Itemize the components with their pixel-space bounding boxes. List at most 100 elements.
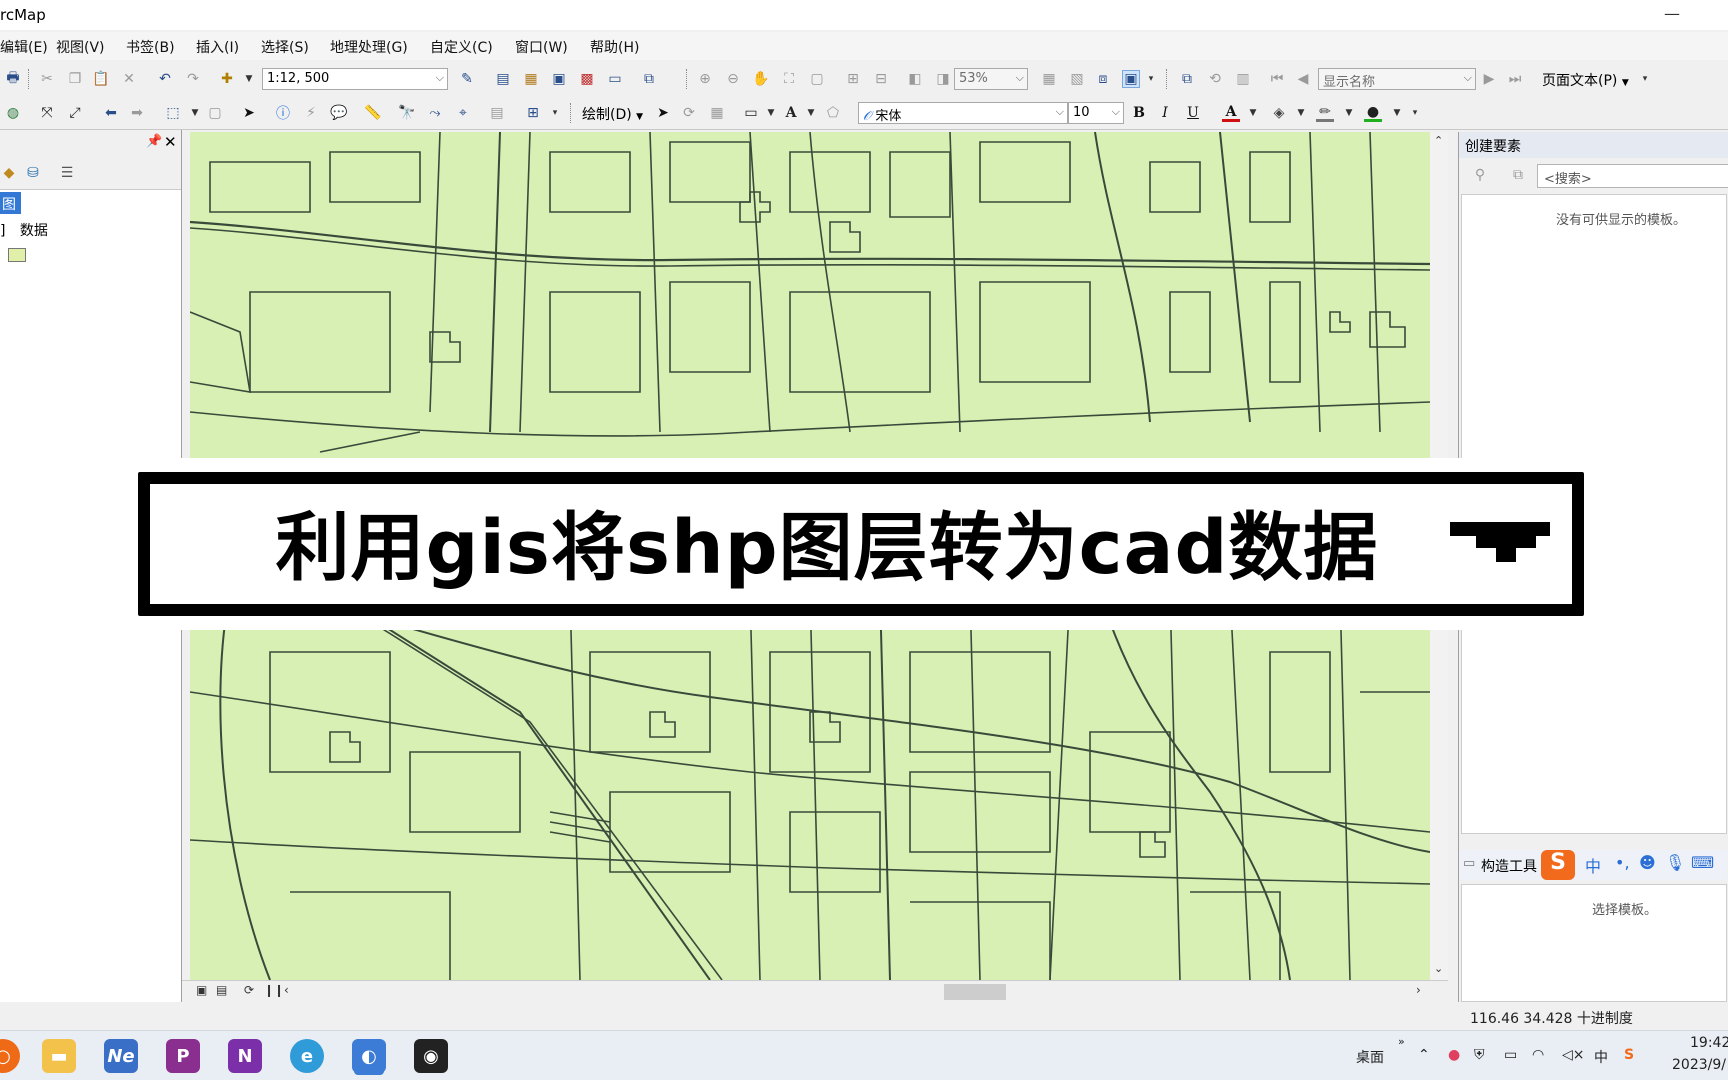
ddp-refresh-icon[interactable]: ⟲ — [1206, 70, 1224, 88]
sogou-tray-icon[interactable]: S — [1624, 1047, 1634, 1063]
data-layer-node[interactable]: ] 数据 — [0, 220, 48, 240]
clock-time[interactable]: 19:42 — [1690, 1035, 1728, 1051]
select-elements-icon[interactable]: ➤ — [240, 104, 258, 122]
pin-icon[interactable]: 📌 — [146, 134, 162, 149]
display-name-combo[interactable]: 显示名称 ⌵ — [1318, 68, 1476, 90]
menu-windows[interactable]: 窗口(W) — [515, 37, 568, 57]
menu-bookmarks[interactable]: 书签(B) — [126, 37, 175, 57]
show-hidden-icons[interactable]: ⌃ — [1418, 1047, 1430, 1063]
menu-help[interactable]: 帮助(H) — [590, 37, 639, 57]
map-scale-combo[interactable]: 1:12, 500 ⌵ — [262, 68, 448, 90]
menu-selection[interactable]: 选择(S) — [261, 37, 309, 57]
next-page-icon[interactable]: ▶ — [1480, 70, 1498, 88]
chevron-down-icon[interactable]: ▼ — [802, 104, 820, 122]
menu-edit[interactable]: 编辑(E) — [0, 37, 48, 57]
line-color-icon[interactable]: ✏ — [1316, 104, 1334, 122]
checkbox-icon[interactable]: ] — [0, 223, 5, 239]
font-size-combo[interactable]: 10 ⌵ — [1068, 102, 1124, 124]
organize-templates-icon[interactable]: ⚲ — [1471, 166, 1489, 184]
fixed-zoom-out-icon[interactable]: ⊟ — [872, 70, 890, 88]
rotate-icon[interactable]: ⟳ — [680, 104, 698, 122]
underline-button[interactable]: U — [1184, 104, 1202, 122]
scroll-down-icon[interactable]: ⌄ — [1434, 962, 1443, 975]
goto-xy-icon[interactable]: ⌖ — [454, 104, 472, 122]
pdf-app-icon[interactable]: P — [166, 1039, 200, 1073]
edge-browser-icon[interactable]: e — [290, 1039, 324, 1073]
fixed-zoom-in-icon[interactable]: ⊞ — [844, 70, 862, 88]
find-icon[interactable]: 🔭 — [398, 104, 416, 122]
select-features-icon[interactable]: ⬚ — [164, 104, 182, 122]
rectangle-icon[interactable]: ▭ — [742, 104, 760, 122]
security-shield-icon[interactable]: ⛨ — [1474, 1047, 1485, 1063]
paste-icon[interactable]: 📋 — [92, 70, 110, 88]
delete-icon[interactable]: ✕ — [120, 70, 138, 88]
fill-color-icon[interactable]: ◈ — [1270, 104, 1288, 122]
emoji-icon[interactable]: ☻ — [1639, 853, 1656, 872]
input-method-icon[interactable]: 中 — [1594, 1047, 1608, 1067]
onenote-icon[interactable]: N — [228, 1039, 262, 1073]
file-explorer-icon[interactable]: ▬ — [42, 1039, 76, 1073]
screen-recorder-icon[interactable]: ◉ — [414, 1039, 448, 1073]
menu-insert[interactable]: 插入(I) — [196, 37, 239, 57]
model-builder-icon[interactable]: ⧉ — [640, 70, 658, 88]
copy-icon[interactable]: ❐ — [66, 70, 84, 88]
arctoolbox-icon[interactable]: ▩ — [578, 70, 596, 88]
edit-vertices-icon[interactable]: ⬠ — [824, 104, 842, 122]
add-data-dropdown-icon[interactable]: ▼ — [240, 70, 258, 88]
drawing-menu[interactable]: 绘制(D) ▼ — [582, 104, 643, 124]
undo-icon[interactable]: ↶ — [156, 70, 174, 88]
print-icon[interactable]: 🖶 — [4, 70, 22, 88]
menu-customize[interactable]: 自定义(C) — [430, 37, 493, 57]
python-window-icon[interactable]: ▭ — [606, 70, 624, 88]
search-window-icon[interactable]: ▣ — [550, 70, 568, 88]
minimize-button[interactable]: — — [1664, 4, 1680, 23]
previous-extent-icon[interactable]: ◧ — [906, 70, 924, 88]
chevron-down-icon[interactable]: ▼ — [1292, 104, 1310, 122]
clear-selection-icon[interactable]: ▢ — [206, 104, 224, 122]
previous-page-icon[interactable]: ◀ — [1294, 70, 1312, 88]
catalog-icon[interactable]: ▦ — [522, 70, 540, 88]
forward-arrow-icon[interactable]: ➡ — [128, 104, 146, 122]
html-popup-icon[interactable]: 💬 — [330, 104, 348, 122]
add-data-icon[interactable]: ✚ — [218, 70, 236, 88]
scroll-right-icon[interactable]: › — [1416, 983, 1421, 997]
nemo-app-icon[interactable]: Ne — [104, 1039, 138, 1073]
toolbar-overflow-icon[interactable]: ▾ — [1406, 104, 1424, 122]
ddp-setup-icon[interactable]: ⧉ — [1178, 70, 1196, 88]
full-extent-icon[interactable]: ⤧ — [38, 104, 56, 122]
ddp-export-icon[interactable]: ▥ — [1234, 70, 1252, 88]
hyperlink-icon[interactable]: ⚡ — [302, 104, 320, 122]
arcmap-taskbar-icon[interactable]: ◐ — [352, 1039, 386, 1073]
scroll-left-icon[interactable]: ‹ — [284, 983, 289, 997]
font-name-combo[interactable]: 𝒪 宋体 ⌵ — [858, 102, 1068, 124]
globe-icon[interactable]: ◍ — [4, 104, 22, 122]
chevron-down-icon[interactable]: ▼ — [1244, 104, 1262, 122]
zoom-to-layer-icon[interactable]: ⤢ — [66, 104, 84, 122]
font-color-button[interactable]: A — [1222, 104, 1240, 122]
zoom-100-icon[interactable]: ▢ — [808, 70, 826, 88]
view-templates-icon[interactable]: ⧉ — [1509, 166, 1527, 184]
volume-icon[interactable]: ◁× — [1562, 1047, 1585, 1063]
toolbar-overflow-icon[interactable]: ▾ — [1636, 70, 1654, 88]
page-text-menu[interactable]: 页面文本(P) ▼ — [1542, 70, 1629, 90]
editor-toolbar-icon[interactable]: ✎ — [458, 70, 476, 88]
layers-node[interactable]: 图层 — [0, 192, 21, 233]
layout-zoom-out-icon[interactable]: ⊖ — [724, 70, 742, 88]
measure-icon[interactable]: 📏 — [364, 104, 382, 122]
identify-icon[interactable]: ⓘ — [274, 104, 292, 122]
back-arrow-icon[interactable]: ⬅ — [102, 104, 120, 122]
first-page-icon[interactable]: ⏮ — [1268, 70, 1286, 88]
punctuation-icon[interactable]: •, — [1615, 853, 1630, 872]
layout-zoom-in-icon[interactable]: ⊕ — [696, 70, 714, 88]
keyboard-icon[interactable]: ⌨ — [1691, 853, 1714, 872]
pause-drawing-icon[interactable]: ❙❙ — [264, 983, 284, 997]
redo-icon[interactable]: ↷ — [184, 70, 202, 88]
change-layout-icon[interactable]: ⧈ — [1094, 70, 1112, 88]
zoom-whole-page-icon[interactable]: ⛶ — [780, 70, 798, 88]
scroll-up-icon[interactable]: ⌃ — [1434, 134, 1443, 147]
chevron-down-icon[interactable]: ▼ — [186, 104, 204, 122]
layout-pan-icon[interactable]: ✋ — [752, 70, 770, 88]
create-viewer-icon[interactable]: ⊞ — [524, 104, 542, 122]
data-view-icon[interactable]: ▣ — [196, 983, 207, 997]
ime-chinese-mode[interactable]: 中 — [1585, 853, 1601, 877]
